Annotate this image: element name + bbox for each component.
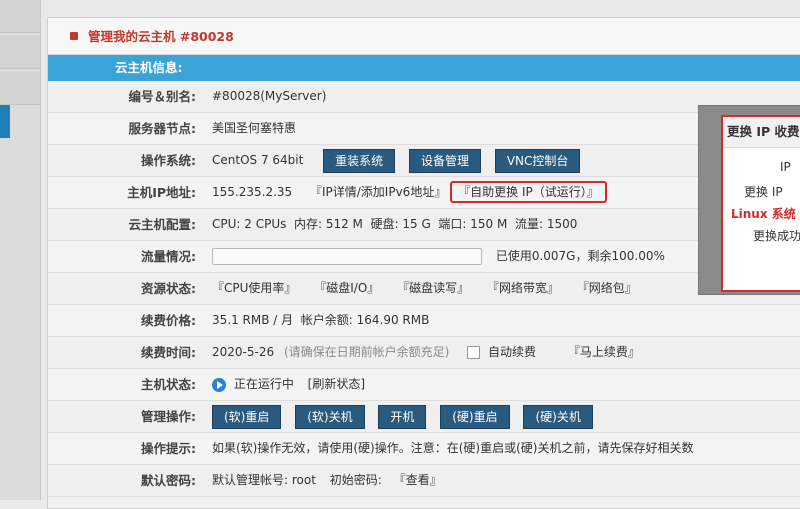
- dialog-title: 更换 IP 收费: [723, 117, 800, 148]
- disk-io-link[interactable]: 『磁盘I/O』: [314, 281, 379, 295]
- dialog-line: IP: [780, 160, 791, 174]
- row-node: 服务器节点: 美国圣何塞特惠: [48, 113, 800, 145]
- dialog-line: 更换成功: [753, 229, 800, 243]
- reinstall-os-button[interactable]: 重装系统: [323, 148, 396, 173]
- row-label: 服务器节点:: [128, 121, 197, 136]
- cpu-usage-link[interactable]: 『CPU使用率』: [212, 281, 296, 295]
- sidebar-strip: [0, 0, 40, 33]
- row-password: 默认密码: 默认管理帐号: root 初始密码: 『查看』: [48, 465, 800, 497]
- dialog-line-warning: Linux 系统: [731, 207, 796, 221]
- auto-renew-checkbox[interactable]: [467, 346, 481, 359]
- section-header: 云主机信息:: [48, 55, 800, 81]
- network-bandwidth-link[interactable]: 『网络带宽』: [487, 281, 559, 295]
- row-label: 默认密码:: [141, 473, 196, 488]
- vnc-console-button[interactable]: VNC控制台: [494, 148, 581, 173]
- row-config: 云主机配置: CPU: 2 CPUs 内存: 512 M 硬盘: 15 G 端口…: [48, 209, 800, 241]
- initial-password-label: 初始密码:: [329, 473, 382, 487]
- hard-shutdown-button[interactable]: (硬)关机: [523, 404, 593, 429]
- admin-account: 默认管理帐号: root: [212, 473, 316, 487]
- view-password-link[interactable]: 『查看』: [394, 473, 442, 487]
- row-label: 操作提示:: [141, 441, 196, 456]
- disk-rw-link[interactable]: 『磁盘读写』: [397, 281, 469, 295]
- row-label: 操作系统:: [141, 153, 196, 168]
- row-label: 编号＆别名:: [128, 89, 197, 104]
- row-os: 操作系统: CentOS 7 64bit 重装系统 设备管理 VNC控制台: [48, 145, 800, 177]
- row-label: 主机IP地址:: [127, 185, 196, 200]
- renew-cell: 2020-5-26 (请确保在日期前帐户余额充足) 自动续费 『马上续费』: [212, 337, 640, 368]
- row-label: 流量情况:: [141, 249, 196, 264]
- row-traffic: 流量情况: 已使用0.007G，剩余100.00%: [48, 241, 800, 273]
- manage-cell: (软)重启 (软)关机 开机 (硬)重启 (硬)关机: [212, 401, 603, 432]
- dialog-line: 更换 IP: [744, 185, 783, 199]
- traffic-cell: 已使用0.007G，剩余100.00%: [212, 241, 665, 272]
- row-tips: 操作提示: 如果(软)操作无效，请使用(硬)操作。注意：在(硬)重启或(硬)关机…: [48, 433, 800, 465]
- traffic-usage-text: 已使用0.007G，剩余100.00%: [495, 249, 665, 263]
- row-label: 云主机配置:: [128, 217, 197, 232]
- row-label: 主机状态:: [141, 377, 196, 392]
- sidebar-active-indicator: [0, 105, 10, 138]
- server-node: 美国圣何塞特惠: [212, 121, 297, 135]
- row-resources: 资源状态: 『CPU使用率』 『磁盘I/O』 『磁盘读写』 『网络带宽』 『网络…: [48, 273, 800, 305]
- row-id-alias: 编号＆别名: #80028(MyServer): [48, 81, 800, 113]
- server-id-alias: #80028(MyServer): [212, 89, 327, 103]
- renew-now-link[interactable]: 『马上续费』: [568, 345, 640, 359]
- ip-detail-link[interactable]: 『IP详情/添加IPv6地址』: [310, 185, 446, 199]
- password-cell: 默认管理帐号: root 初始密码: 『查看』: [212, 465, 442, 496]
- row-manage: 管理操作: (软)重启 (软)关机 开机 (硬)重启 (硬)关机: [48, 401, 800, 433]
- network-packet-link[interactable]: 『网络包』: [577, 281, 637, 295]
- ip-address: 155.235.2.35: [212, 185, 293, 199]
- os-name: CentOS 7 64bit: [212, 153, 304, 167]
- status-running: 正在运行中: [233, 377, 294, 391]
- ip-cell: 155.235.2.35 『IP详情/添加IPv6地址』 『自助更换 IP（试运…: [212, 177, 607, 208]
- sidebar-strip: [0, 72, 40, 105]
- renew-note: (请确保在日期前帐户余额充足): [283, 345, 450, 359]
- panel-header: 管理我的云主机 #80028: [48, 18, 800, 55]
- hard-reboot-button[interactable]: (硬)重启: [440, 404, 510, 429]
- status-cell: 正在运行中 [刷新状态]: [212, 369, 365, 400]
- resources-cell: 『CPU使用率』 『磁盘I/O』 『磁盘读写』 『网络带宽』 『网络包』: [212, 273, 651, 304]
- row-renew: 续费时间: 2020-5-26 (请确保在日期前帐户余额充足) 自动续费 『马上…: [48, 337, 800, 369]
- row-label: 续费价格:: [141, 313, 196, 328]
- traffic-progress-bar: [212, 248, 482, 265]
- panel-title: 管理我的云主机 #80028: [88, 29, 234, 44]
- row-label: 续费时间:: [141, 345, 196, 360]
- power-on-button[interactable]: 开机: [378, 404, 427, 429]
- sidebar-strip: [0, 36, 40, 69]
- left-sidebar: [0, 0, 41, 500]
- renew-price: 35.1 RMB / 月 帐户余额: 164.90 RMB: [212, 313, 430, 327]
- running-icon: [212, 377, 226, 392]
- auto-renew-label: 自动续费: [487, 345, 536, 359]
- row-price: 续费价格: 35.1 RMB / 月 帐户余额: 164.90 RMB: [48, 305, 800, 337]
- renew-date: 2020-5-26: [212, 345, 275, 359]
- server-config: CPU: 2 CPUs 内存: 512 M 硬盘: 15 G 端口: 150 M…: [212, 217, 578, 231]
- change-ip-link[interactable]: 『自助更换 IP（试运行）』: [450, 181, 607, 203]
- soft-reboot-button[interactable]: (软)重启: [212, 404, 282, 429]
- row-ip: 主机IP地址: 155.235.2.35 『IP详情/添加IPv6地址』 『自助…: [48, 177, 800, 209]
- panel-header-icon: [70, 32, 78, 40]
- refresh-status-link[interactable]: [刷新状态]: [308, 377, 365, 391]
- device-manage-button[interactable]: 设备管理: [409, 148, 482, 173]
- row-status: 主机状态: 正在运行中 [刷新状态]: [48, 369, 800, 401]
- operation-tips: 如果(软)操作无效，请使用(硬)操作。注意：在(硬)重启或(硬)关机之前，请先保…: [212, 441, 694, 455]
- row-label: 资源状态:: [141, 281, 196, 296]
- server-manage-panel: 管理我的云主机 #80028 云主机信息: 编号＆别名: #80028(MySe…: [47, 17, 800, 509]
- change-ip-fee-dialog: 更换 IP 收费 IP 更换 IP Linux 系统 更换成功: [698, 105, 800, 295]
- os-cell: CentOS 7 64bit 重装系统 设备管理 VNC控制台: [212, 145, 590, 176]
- soft-shutdown-button[interactable]: (软)关机: [295, 404, 365, 429]
- info-table: 编号＆别名: #80028(MyServer) 服务器节点: 美国圣何塞特惠 操…: [48, 81, 800, 497]
- row-label: 管理操作:: [141, 409, 196, 424]
- dialog-body: 更换 IP 收费 IP 更换 IP Linux 系统 更换成功: [721, 115, 800, 292]
